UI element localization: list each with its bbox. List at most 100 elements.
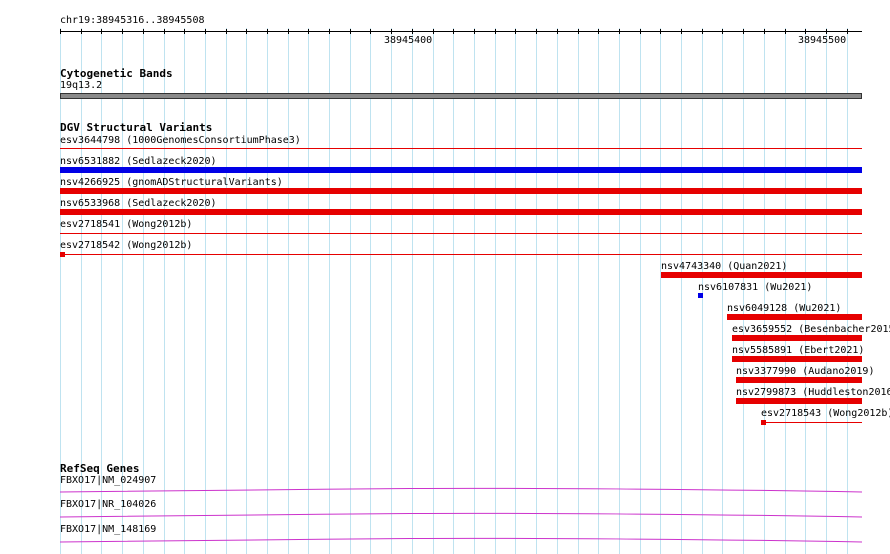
ruler-tick <box>764 29 765 34</box>
variant-label[interactable]: nsv6107831 (Wu2021) <box>698 282 812 294</box>
ruler-tick <box>433 29 434 34</box>
ruler-tick <box>660 29 661 34</box>
gene-model[interactable] <box>0 512 890 520</box>
grid-line <box>164 28 165 554</box>
grid-line <box>329 28 330 554</box>
grid-line <box>660 28 661 554</box>
grid-line <box>350 28 351 554</box>
grid-line <box>226 28 227 554</box>
grid-line <box>847 28 848 554</box>
ruler-tick <box>205 29 206 34</box>
cytoband-bar[interactable] <box>60 93 862 99</box>
ruler-tick <box>350 29 351 34</box>
track-title-cytogenetic-bands: Cytogenetic Bands <box>60 67 173 80</box>
grid-line <box>205 28 206 554</box>
grid-line <box>681 28 682 554</box>
ruler-tick <box>805 29 806 34</box>
ruler-tick <box>226 29 227 34</box>
ruler-tick <box>329 29 330 34</box>
variant-bar[interactable] <box>60 233 862 234</box>
variant-bar[interactable] <box>60 188 862 194</box>
gene-label[interactable]: FBXO17|NR_104026 <box>60 499 156 511</box>
ruler-tick <box>60 29 61 34</box>
grid-line <box>370 28 371 554</box>
ruler-tick <box>515 29 516 34</box>
variant-label[interactable]: esv2718543 (Wong2012b) <box>761 408 890 420</box>
track-title-refseq-genes: RefSeq Genes <box>60 462 140 475</box>
gene-model[interactable] <box>0 537 890 545</box>
gene-label[interactable]: FBXO17|NM_148169 <box>60 524 156 536</box>
grid-line <box>495 28 496 554</box>
variant-label[interactable]: esv2718541 (Wong2012b) <box>60 219 192 231</box>
grid-line <box>557 28 558 554</box>
variant-bar[interactable] <box>661 272 862 278</box>
variant-bar[interactable] <box>60 167 862 173</box>
ruler-tick <box>722 29 723 34</box>
grid-line <box>433 28 434 554</box>
ruler-tick <box>308 29 309 34</box>
grid-line <box>826 28 827 554</box>
grid-line <box>536 28 537 554</box>
ruler-tick <box>288 29 289 34</box>
gene-label[interactable]: FBXO17|NM_024907 <box>60 475 156 487</box>
grid-line <box>598 28 599 554</box>
variant-bar[interactable] <box>698 293 703 298</box>
ruler-tick <box>619 29 620 34</box>
grid-line <box>246 28 247 554</box>
variant-label[interactable]: esv3644798 (1000GenomesConsortiumPhase3) <box>60 135 301 147</box>
variant-bar[interactable] <box>732 356 862 362</box>
grid-line <box>453 28 454 554</box>
ruler-tick <box>453 29 454 34</box>
grid-line <box>308 28 309 554</box>
ruler-tick <box>122 29 123 34</box>
grid-line <box>515 28 516 554</box>
ruler-tick <box>101 29 102 34</box>
ruler-tick <box>81 29 82 34</box>
ruler-tick <box>246 29 247 34</box>
ruler-tick <box>474 29 475 34</box>
genome-browser-view[interactable]: chr19:38945316..38945508 38945400 389455… <box>0 0 890 554</box>
gene-model[interactable] <box>0 487 890 495</box>
variant-bar[interactable] <box>60 209 862 215</box>
ruler-tick <box>412 29 413 34</box>
ruler-axis[interactable] <box>60 31 862 32</box>
grid-line <box>474 28 475 554</box>
grid-line <box>619 28 620 554</box>
grid-line <box>412 28 413 554</box>
grid-line <box>640 28 641 554</box>
variant-marker[interactable] <box>761 420 766 425</box>
variant-label[interactable]: esv2718542 (Wong2012b) <box>60 240 192 252</box>
gene-line <box>59 512 863 518</box>
ruler-tick <box>557 29 558 34</box>
ruler-tick <box>495 29 496 34</box>
variant-bar[interactable] <box>736 398 862 404</box>
ruler-range-label: chr19:38945316..38945508 <box>60 15 205 26</box>
ruler-tick-label-right: 38945500 <box>798 35 847 46</box>
ruler-tick <box>391 29 392 34</box>
ruler-tick <box>184 29 185 34</box>
grid-line <box>288 28 289 554</box>
ruler-tick <box>681 29 682 34</box>
ruler-tick <box>536 29 537 34</box>
grid-line <box>184 28 185 554</box>
gene-line <box>59 537 863 543</box>
ruler-tick <box>743 29 744 34</box>
grid-line <box>578 28 579 554</box>
ruler-tick <box>164 29 165 34</box>
variant-bar[interactable] <box>60 254 862 255</box>
gene-line <box>59 487 863 493</box>
variant-bar[interactable] <box>727 314 862 320</box>
ruler-tick <box>826 29 827 34</box>
variant-bar[interactable] <box>732 335 862 341</box>
ruler-tick <box>578 29 579 34</box>
ruler-tick <box>847 29 848 34</box>
variant-bar[interactable] <box>736 377 862 383</box>
ruler-tick-label-left: 38945400 <box>384 35 433 46</box>
variant-marker[interactable] <box>60 252 65 257</box>
variant-bar[interactable] <box>761 422 862 423</box>
ruler-tick <box>640 29 641 34</box>
variant-bar[interactable] <box>60 148 862 149</box>
ruler-tick <box>267 29 268 34</box>
ruler-tick <box>370 29 371 34</box>
ruler-tick <box>143 29 144 34</box>
